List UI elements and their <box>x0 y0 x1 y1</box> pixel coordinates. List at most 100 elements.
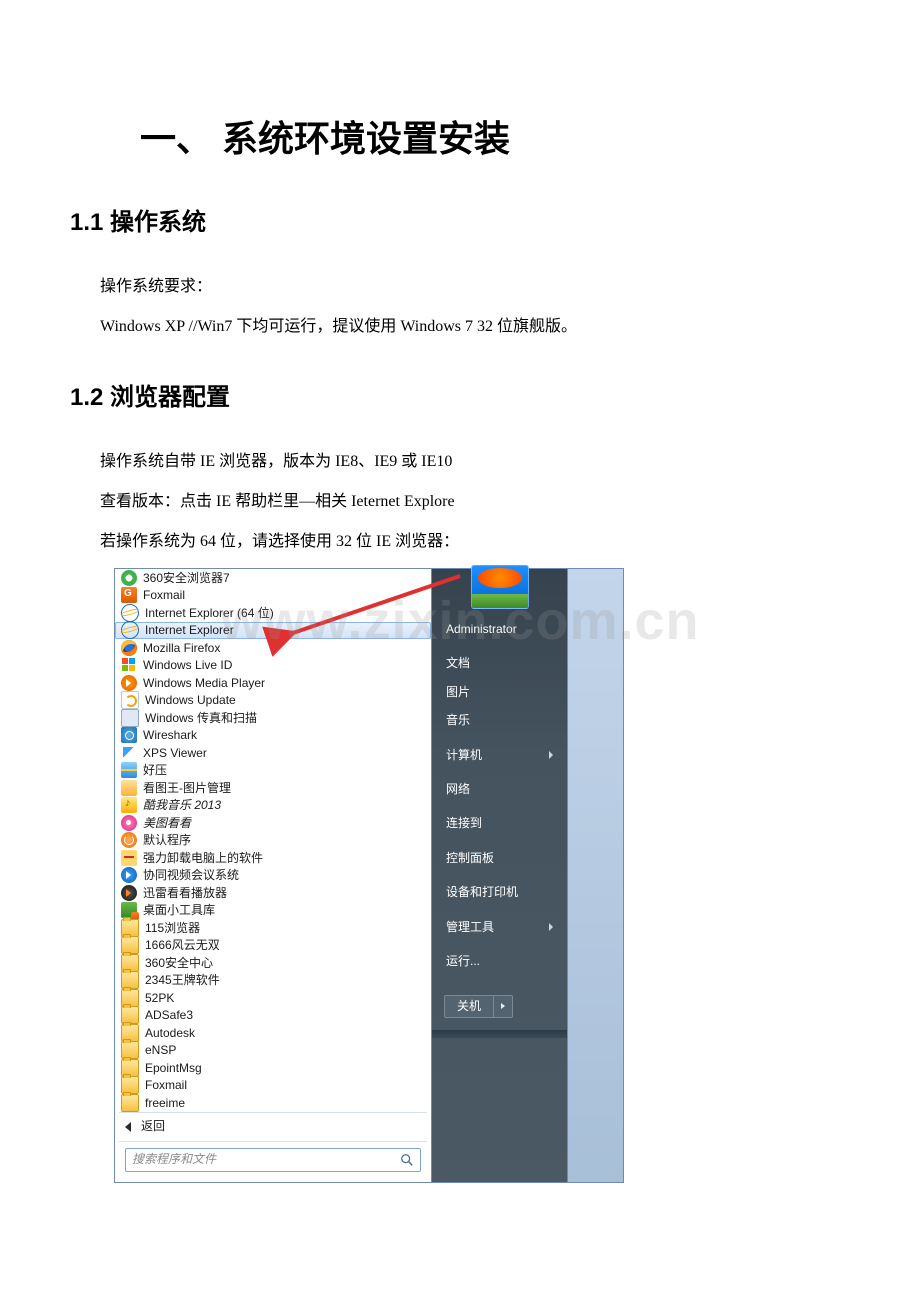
ws-icon <box>121 727 137 743</box>
widget-icon <box>121 902 137 918</box>
search-area: 搜索程序和文件 <box>115 1142 431 1182</box>
app-label: 酷我音乐 2013 <box>143 798 221 812</box>
360-icon <box>121 570 137 586</box>
app-item[interactable]: 115浏览器 <box>115 919 431 937</box>
app-label: eNSP <box>145 1043 176 1057</box>
app-item[interactable]: 迅雷看看播放器 <box>115 884 431 902</box>
right-panel-item-label: 连接到 <box>446 816 482 830</box>
hz-icon <box>121 762 137 778</box>
right-panel-item[interactable]: 连接到 <box>432 809 567 837</box>
right-panel-item[interactable]: 运行... <box>432 947 567 975</box>
pic-icon <box>121 780 137 796</box>
meitu-icon <box>121 815 137 831</box>
para-64bit-note: 若操作系统为 64 位，请选择使用 32 位 IE 浏览器： <box>100 522 850 562</box>
fax-icon <box>121 709 139 727</box>
app-item[interactable]: 360安全浏览器7 <box>115 569 431 587</box>
right-panel-item[interactable]: 控制面板 <box>432 844 567 872</box>
app-item[interactable]: 强力卸载电脑上的软件 <box>115 849 431 867</box>
para-os-detail: Windows XP //Win7 下均可运行，提议使用 Windows 7 3… <box>100 307 850 347</box>
app-item[interactable]: 2345王牌软件 <box>115 972 431 990</box>
app-item[interactable]: 52PK <box>115 989 431 1007</box>
app-item[interactable]: 好压 <box>115 762 431 780</box>
shutdown-more-button[interactable] <box>494 995 513 1017</box>
app-item[interactable]: 协同视频会议系统 <box>115 867 431 885</box>
app-label: 默认程序 <box>143 833 191 847</box>
heading-1: 一、 系统环境设置安装 <box>140 110 850 162</box>
app-item[interactable]: Wireshark <box>115 727 431 745</box>
right-panel-item[interactable]: 管理工具 <box>432 913 567 941</box>
start-menu-screenshot: 360安全浏览器7 Foxmail Internet Explorer (64 位)… <box>114 568 624 1183</box>
app-item[interactable]: Foxmail <box>115 1077 431 1095</box>
wlive-icon <box>121 657 137 673</box>
right-panel-item-label: 运行... <box>446 954 480 968</box>
app-label: 看图王-图片管理 <box>143 781 231 795</box>
app-item[interactable]: XPS Viewer <box>115 744 431 762</box>
back-button[interactable]: 返回 <box>115 1113 431 1141</box>
app-label: EpointMsg <box>145 1061 202 1075</box>
shutdown-button[interactable]: 关机 <box>444 995 494 1017</box>
app-item[interactable]: 看图王-图片管理 <box>115 779 431 797</box>
app-item[interactable]: Windows 传真和扫描 <box>115 709 431 727</box>
app-item[interactable]: 360安全中心 <box>115 954 431 972</box>
apps-list: 360安全浏览器7 Foxmail Internet Explorer (64 位)… <box>115 569 431 1112</box>
right-panel-item-label: 控制面板 <box>446 851 494 865</box>
right-panel-item[interactable]: 音乐 <box>432 706 567 734</box>
app-label: Windows Update <box>145 693 236 707</box>
app-item[interactable]: eNSP <box>115 1042 431 1060</box>
app-label: 115浏览器 <box>145 921 200 935</box>
app-label: XPS Viewer <box>143 746 207 760</box>
app-label: 协同视频会议系统 <box>143 868 239 882</box>
shutdown-label: 关机 <box>457 999 481 1013</box>
para-check-version: 查看版本：点击 IE 帮助栏里—相关 Ieternet Explore <box>100 482 850 522</box>
ff-icon <box>121 640 137 656</box>
user-avatar[interactable] <box>471 565 529 609</box>
chevron-right-icon <box>501 1003 505 1009</box>
app-item[interactable]: Internet Explorer <box>115 622 431 640</box>
app-item[interactable]: Windows Update <box>115 692 431 710</box>
app-label: Autodesk <box>145 1026 195 1040</box>
search-input[interactable]: 搜索程序和文件 <box>125 1148 421 1172</box>
back-arrow-icon <box>125 1122 131 1132</box>
app-item[interactable]: 1666风云无双 <box>115 937 431 955</box>
app-item[interactable]: 美图看看 <box>115 814 431 832</box>
app-label: 好压 <box>143 763 167 777</box>
right-panel-item[interactable]: 设备和打印机 <box>432 878 567 906</box>
app-label: freeime <box>145 1096 185 1110</box>
video-icon <box>121 867 137 883</box>
app-label: Foxmail <box>143 588 185 602</box>
uninst-icon <box>121 850 137 866</box>
app-item[interactable]: EpointMsg <box>115 1059 431 1077</box>
app-item[interactable]: Foxmail <box>115 587 431 605</box>
xps-icon <box>121 745 137 761</box>
xl-icon <box>121 885 137 901</box>
right-panel-item[interactable]: 网络 <box>432 775 567 803</box>
app-item[interactable]: 桌面小工具库 <box>115 902 431 920</box>
folder-icon <box>121 1094 139 1112</box>
app-label: 强力卸载电脑上的软件 <box>143 851 263 865</box>
user-name[interactable]: Administrator <box>432 615 567 643</box>
app-item[interactable]: 酷我音乐 2013 <box>115 797 431 815</box>
wmp-icon <box>121 675 137 691</box>
user-name-label: Administrator <box>446 622 517 636</box>
app-item[interactable]: Autodesk <box>115 1024 431 1042</box>
app-item[interactable]: 默认程序 <box>115 832 431 850</box>
para-ie-version: 操作系统自带 IE 浏览器，版本为 IE8、IE9 或 IE10 <box>100 442 850 482</box>
app-item[interactable]: Internet Explorer (64 位) <box>115 604 431 622</box>
app-label: Mozilla Firefox <box>143 641 220 655</box>
app-item[interactable]: ADSafe3 <box>115 1007 431 1025</box>
app-item[interactable]: Windows Media Player <box>115 674 431 692</box>
app-item[interactable]: Mozilla Firefox <box>115 639 431 657</box>
app-label: 桌面小工具库 <box>143 903 215 917</box>
right-panel-item-label: 图片 <box>446 685 470 699</box>
right-panel-item[interactable]: 图片 <box>432 678 567 706</box>
right-panel-item[interactable]: 文档 <box>432 649 567 677</box>
app-item[interactable]: Windows Live ID <box>115 657 431 675</box>
right-panel-item-label: 管理工具 <box>446 920 494 934</box>
app-label: 迅雷看看播放器 <box>143 886 227 900</box>
default-icon <box>121 832 137 848</box>
app-label: Foxmail <box>145 1078 187 1092</box>
app-label: 360安全浏览器7 <box>143 571 230 585</box>
right-panel-item-label: 计算机 <box>446 748 482 762</box>
app-item[interactable]: freeime <box>115 1094 431 1112</box>
right-panel-item[interactable]: 计算机 <box>432 741 567 769</box>
